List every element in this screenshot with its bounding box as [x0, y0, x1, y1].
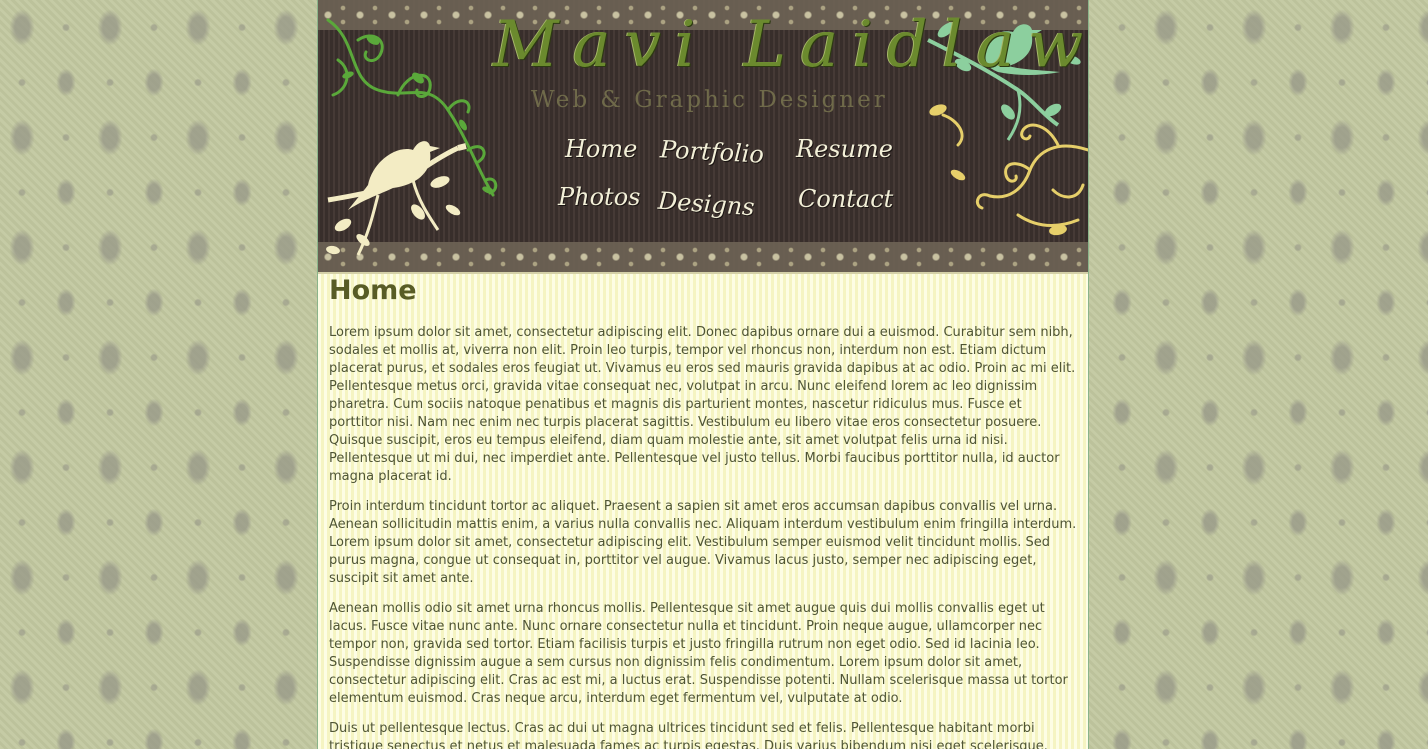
- brand-tagline: Web & Graphic Designer: [531, 87, 888, 113]
- nav-resume-link[interactable]: Resume: [796, 135, 893, 163]
- body-paragraph: Lorem ipsum dolor sit amet, consectetur …: [329, 325, 1076, 484]
- nav-portfolio-link[interactable]: Portfolio: [659, 135, 764, 168]
- page-container: Mavi Laidlaw Web & Graphic Designer Home…: [317, 0, 1089, 749]
- nav-home-link[interactable]: Home: [565, 135, 637, 163]
- nav-contact-link[interactable]: Contact: [798, 185, 893, 213]
- site-header: Mavi Laidlaw Web & Graphic Designer Home…: [318, 0, 1088, 274]
- yellow-swirl-icon: [941, 113, 1088, 227]
- brand-name: Mavi Laidlaw: [493, 8, 1088, 82]
- nav-photos-link[interactable]: Photos: [558, 183, 640, 211]
- yellow-leaves-icon: [929, 104, 1067, 236]
- body-paragraph: Proin interdum tincidunt tortor ac aliqu…: [329, 499, 1077, 586]
- body-paragraph: Duis ut pellentesque lectus. Cras ac dui…: [329, 721, 1048, 749]
- page-title: Home: [329, 275, 417, 306]
- main-content: Home Lorem ipsum dolor sit amet, consect…: [329, 274, 1079, 749]
- body-paragraph: Aenean mollis odio sit amet urna rhoncus…: [329, 601, 1068, 706]
- cream-bird-icon: [326, 141, 467, 256]
